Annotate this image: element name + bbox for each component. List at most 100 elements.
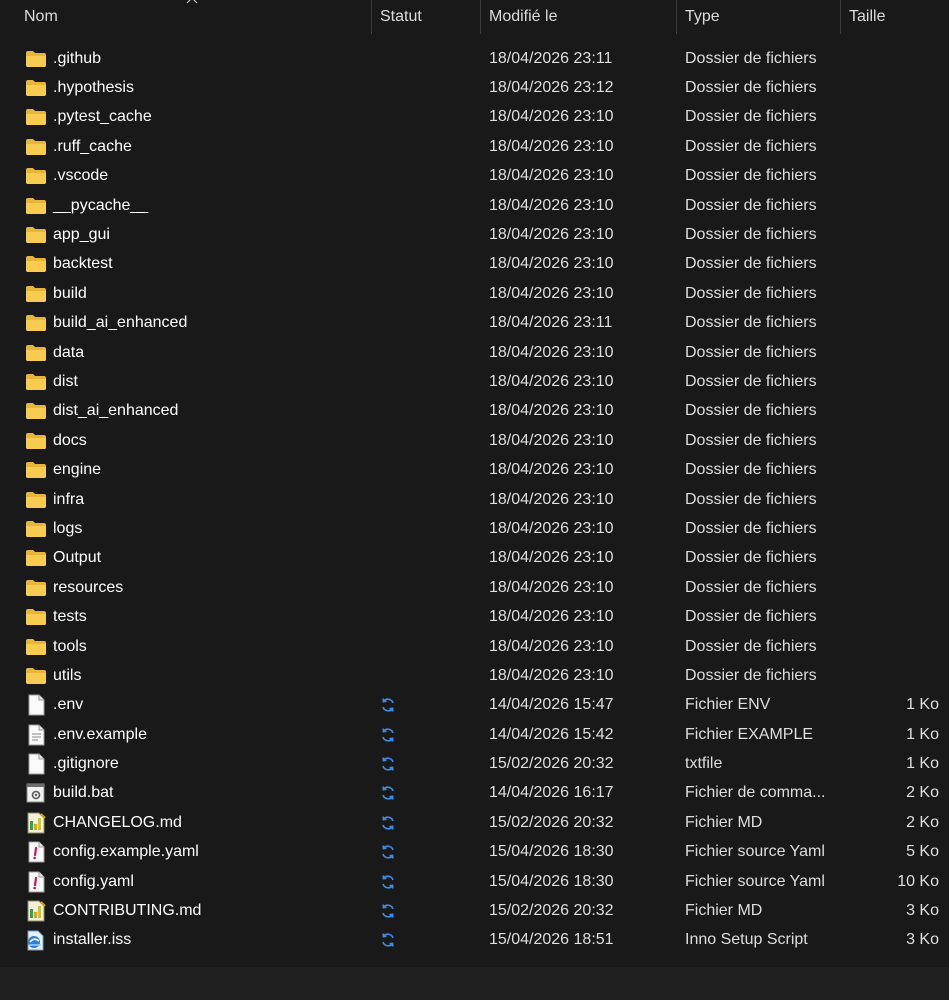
column-header-name[interactable]: Nom — [0, 0, 372, 34]
folder-icon — [25, 312, 47, 334]
column-header-modified[interactable]: Modifié le — [481, 0, 677, 34]
file-row[interactable]: dist_ai_enhanced 18/04/2026 23:10 Dossier … — [0, 397, 949, 426]
markdown-file-icon — [25, 900, 47, 922]
file-row[interactable]: .github 18/04/2026 23:11 Dossier de fichie… — [0, 44, 949, 73]
file-row[interactable]: .env.example 14/04/2026 15:42 Fichier EXAM… — [0, 720, 949, 749]
sync-status-icon — [378, 695, 398, 715]
file-row[interactable]: __pycache__ 18/04/2026 23:10 Dossier de fi… — [0, 191, 949, 220]
file-size: 1 Ko — [906, 755, 939, 773]
modified-date: 18/04/2026 23:10 — [489, 255, 614, 273]
file-name: .pytest_cache — [53, 108, 152, 126]
file-name: .github — [53, 49, 102, 67]
file-name: dist_ai_enhanced — [53, 402, 179, 420]
modified-date: 18/04/2026 23:10 — [489, 402, 614, 420]
modified-date: 18/04/2026 23:10 — [489, 284, 614, 302]
file-size: 5 Ko — [906, 843, 939, 861]
file-name-cell: tools — [25, 636, 87, 658]
column-header-status[interactable]: Statut — [372, 0, 481, 34]
file-size: 3 Ko — [906, 902, 939, 920]
file-row[interactable]: installer.iss 15/04/2026 18:51 Inno Setup … — [0, 926, 949, 955]
file-row[interactable]: backtest 18/04/2026 23:10 Dossier de fichi… — [0, 250, 949, 279]
modified-date: 18/04/2026 23:10 — [489, 519, 614, 537]
text-file-icon — [25, 724, 47, 746]
inno-setup-icon — [25, 929, 47, 951]
file-row[interactable]: .env 14/04/2026 15:47 Fichier ENV 1 Ko — [0, 691, 949, 720]
folder-icon — [25, 459, 47, 481]
file-row[interactable]: tests 18/04/2026 23:10 Dossier de fichiers — [0, 602, 949, 631]
file-row[interactable]: .ruff_cache 18/04/2026 23:10 Dossier de fi… — [0, 132, 949, 161]
folder-icon — [25, 224, 47, 246]
file-type: Dossier de fichiers — [685, 79, 817, 97]
modified-date: 18/04/2026 23:10 — [489, 578, 614, 596]
sync-status-icon — [378, 754, 398, 774]
file-row[interactable]: dist 18/04/2026 23:10 Dossier de fichiers — [0, 367, 949, 396]
folder-icon — [25, 48, 47, 70]
folder-icon — [25, 606, 47, 628]
file-type: Dossier de fichiers — [685, 226, 817, 244]
column-header-modified-label: Modifié le — [489, 8, 558, 25]
file-name-cell: build.bat — [25, 782, 114, 804]
file-row[interactable]: data 18/04/2026 23:10 Dossier de fichiers — [0, 338, 949, 367]
file-name-cell: .env — [25, 694, 83, 716]
file-row[interactable]: logs 18/04/2026 23:10 Dossier de fichiers — [0, 514, 949, 543]
modified-date: 18/04/2026 23:12 — [489, 79, 614, 97]
file-type: Dossier de fichiers — [685, 637, 817, 655]
file-type: Dossier de fichiers — [685, 255, 817, 273]
file-name-cell: app_gui — [25, 224, 110, 246]
file-row[interactable]: CHANGELOG.md 15/02/2026 20:32 Fichier MD 2 … — [0, 808, 949, 837]
file-row[interactable]: build 18/04/2026 23:10 Dossier de fichiers — [0, 279, 949, 308]
file-row[interactable]: CONTRIBUTING.md 15/02/2026 20:32 Fichier M… — [0, 896, 949, 925]
modified-date: 15/02/2026 20:32 — [489, 902, 614, 920]
file-row[interactable]: Output 18/04/2026 23:10 Dossier de fichier… — [0, 544, 949, 573]
file-row[interactable]: utils 18/04/2026 23:10 Dossier de fichiers — [0, 661, 949, 690]
file-row[interactable]: app_gui 18/04/2026 23:10 Dossier de fichie… — [0, 220, 949, 249]
file-name: logs — [53, 519, 83, 537]
file-name: CHANGELOG.md — [53, 813, 182, 831]
file-row[interactable]: resources 18/04/2026 23:10 Dossier de fich… — [0, 573, 949, 602]
file-row[interactable]: build_ai_enhanced 18/04/2026 23:11 Dossier… — [0, 309, 949, 338]
file-row[interactable]: build.bat 14/04/2026 16:17 Fichier de comm… — [0, 779, 949, 808]
column-header-type-label: Type — [685, 8, 720, 25]
file-name-cell: resources — [25, 577, 123, 599]
file-row[interactable]: config.example.yaml 15/04/2026 18:30 Fichi… — [0, 838, 949, 867]
folder-icon — [25, 283, 47, 305]
file-type: Fichier de comma... — [685, 784, 826, 802]
file-name-cell: infra — [25, 489, 84, 511]
file-name: .hypothesis — [53, 79, 134, 97]
file-row[interactable]: .gitignore 15/02/2026 20:32 txtfile 1 Ko — [0, 749, 949, 778]
file-row[interactable]: docs 18/04/2026 23:10 Dossier de fichiers — [0, 426, 949, 455]
modified-date: 15/04/2026 18:30 — [489, 872, 614, 890]
file-row[interactable]: .pytest_cache 18/04/2026 23:10 Dossier de … — [0, 103, 949, 132]
file-row[interactable]: tools 18/04/2026 23:10 Dossier de fichiers — [0, 632, 949, 661]
horizontal-scroll-area[interactable] — [0, 967, 949, 1000]
file-type: txtfile — [685, 755, 723, 773]
modified-date: 15/04/2026 18:30 — [489, 843, 614, 861]
file-type: Dossier de fichiers — [685, 490, 817, 508]
file-name-cell: build — [25, 283, 87, 305]
file-type: Fichier MD — [685, 813, 763, 831]
folder-icon — [25, 577, 47, 599]
file-row[interactable]: config.yaml 15/04/2026 18:30 Fichier sourc… — [0, 867, 949, 896]
file-name: docs — [53, 431, 87, 449]
column-header-size[interactable]: Taille — [841, 0, 949, 34]
file-row[interactable]: engine 18/04/2026 23:10 Dossier de fichier… — [0, 455, 949, 484]
file-type: Dossier de fichiers — [685, 431, 817, 449]
file-name: tests — [53, 608, 87, 626]
column-header-type[interactable]: Type — [677, 0, 841, 34]
file-size: 3 Ko — [906, 931, 939, 949]
file-name-cell: .hypothesis — [25, 77, 134, 99]
file-row[interactable]: infra 18/04/2026 23:10 Dossier de fichiers — [0, 485, 949, 514]
modified-date: 18/04/2026 23:10 — [489, 343, 614, 361]
file-type: Dossier de fichiers — [685, 461, 817, 479]
folder-icon — [25, 518, 47, 540]
file-name: build.bat — [53, 784, 114, 802]
file-name-cell: dist_ai_enhanced — [25, 400, 178, 422]
file-row[interactable]: .hypothesis 18/04/2026 23:12 Dossier de fi… — [0, 73, 949, 102]
folder-icon — [25, 342, 47, 364]
column-header-status-label: Statut — [380, 8, 422, 25]
sort-ascending-icon — [186, 0, 198, 4]
modified-date: 18/04/2026 23:10 — [489, 167, 614, 185]
file-name: engine — [53, 461, 102, 479]
file-row[interactable]: .vscode 18/04/2026 23:10 Dossier de fichie… — [0, 162, 949, 191]
file-size: 2 Ko — [906, 784, 939, 802]
